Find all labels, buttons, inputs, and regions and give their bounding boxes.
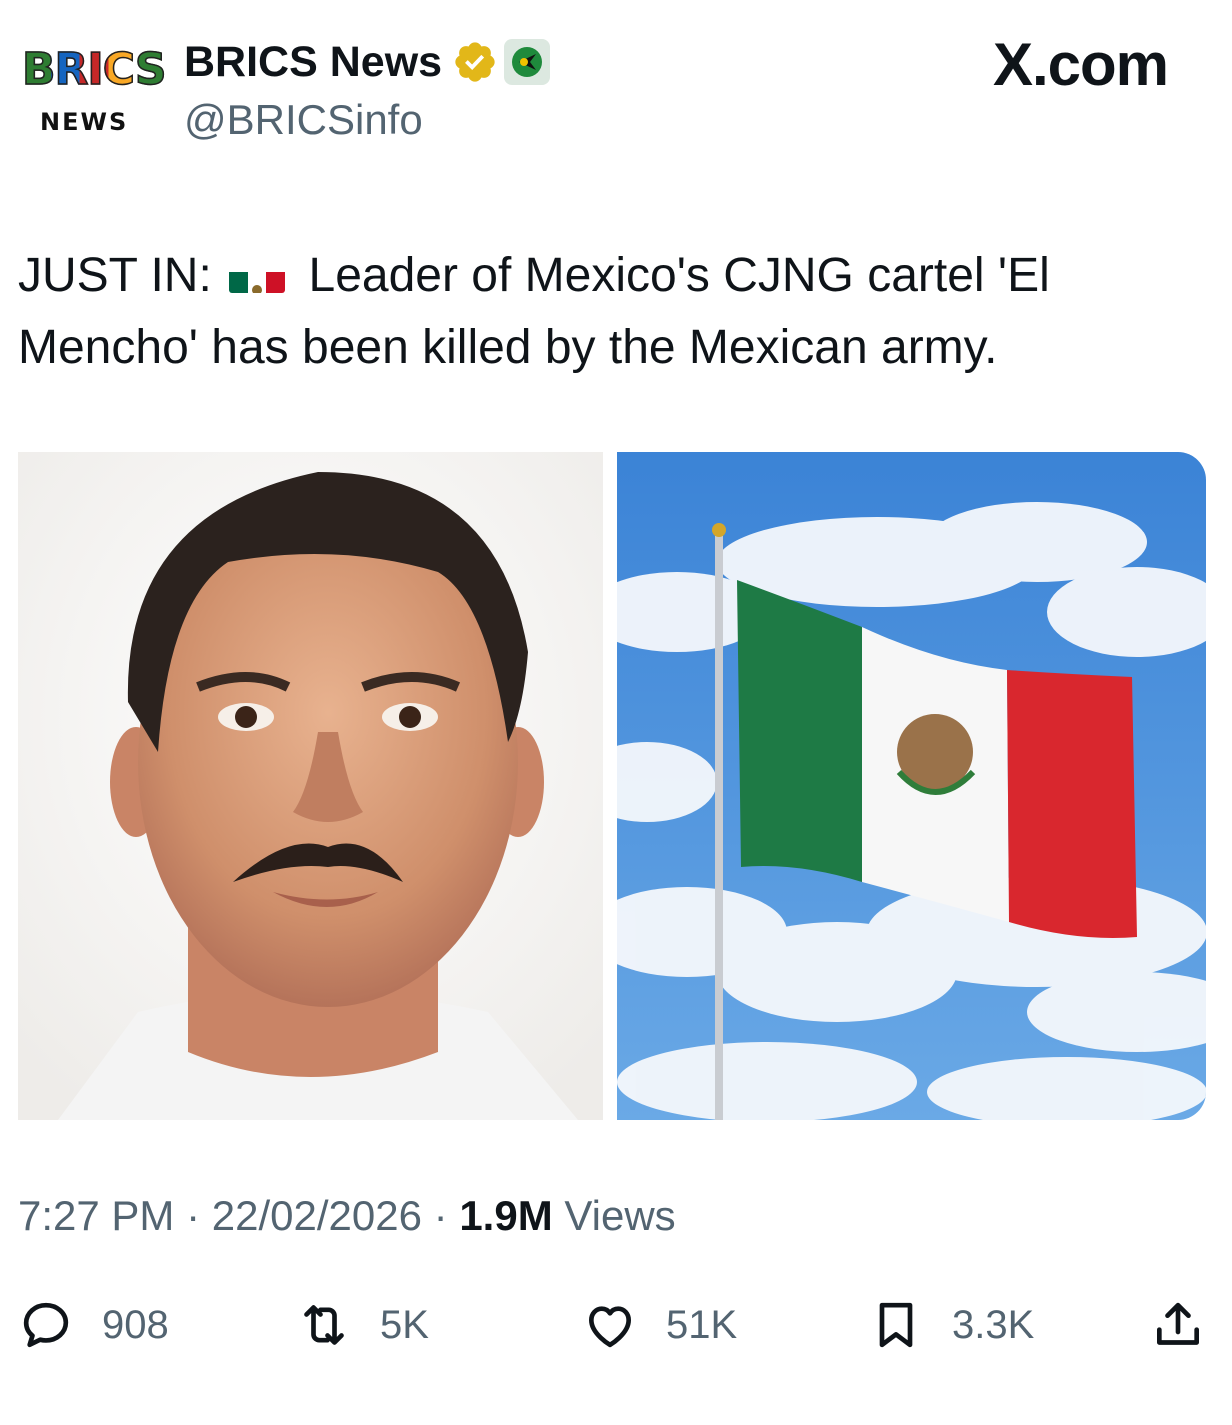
tweet-text: JUST IN: Leader of Mexico's CJNG cartel … <box>18 240 1198 384</box>
mexico-flag-icon <box>229 257 286 293</box>
affiliate-badge-icon[interactable] <box>504 39 551 85</box>
bookmark-icon <box>879 1302 913 1348</box>
share-icon <box>1157 1302 1199 1345</box>
bookmark-button[interactable]: 3.3K <box>868 1290 1034 1360</box>
meta-separator: · <box>186 1192 201 1239</box>
views-count: 1.9M <box>459 1192 553 1239</box>
like-button[interactable]: 51K <box>582 1290 737 1360</box>
tweet-prefix: JUST IN: <box>18 249 212 302</box>
media-photo-portrait[interactable] <box>18 452 603 1120</box>
media-photo-flag[interactable] <box>617 452 1206 1120</box>
like-count: 51K <box>666 1302 738 1347</box>
bookmark-count: 3.3K <box>952 1302 1035 1347</box>
site-label: X.com <box>992 31 1169 98</box>
like-icon <box>589 1306 631 1348</box>
repost-count: 5K <box>380 1302 429 1347</box>
avatar-logo-subword: NEWS <box>40 108 129 136</box>
views-label: Views <box>564 1192 676 1239</box>
reply-icon <box>23 1302 69 1348</box>
reply-button[interactable]: 908 <box>18 1290 169 1360</box>
author-handle[interactable]: @BRICSinfo <box>184 96 423 144</box>
author-name-row: BRICS News <box>184 36 551 88</box>
repost-button[interactable]: 5K <box>296 1290 429 1360</box>
tweet-meta: 7:27 PM · 22/02/2026 · 1.9M Views <box>18 1192 676 1240</box>
tweet-time[interactable]: 7:27 PM <box>18 1192 174 1239</box>
verified-icon[interactable] <box>452 39 498 85</box>
repost-icon <box>304 1305 344 1345</box>
tweet-date[interactable]: 22/02/2026 <box>212 1192 422 1239</box>
avatar[interactable]: BRICS NEWS <box>18 40 167 140</box>
avatar-logo-word: BRICS <box>21 44 167 95</box>
display-name[interactable]: BRICS News <box>184 38 442 87</box>
share-button[interactable] <box>1150 1290 1206 1360</box>
tweet-actions: 908 5K 51K 3.3K <box>18 1290 1208 1360</box>
meta-separator: · <box>433 1192 448 1239</box>
reply-count: 908 <box>102 1302 169 1347</box>
